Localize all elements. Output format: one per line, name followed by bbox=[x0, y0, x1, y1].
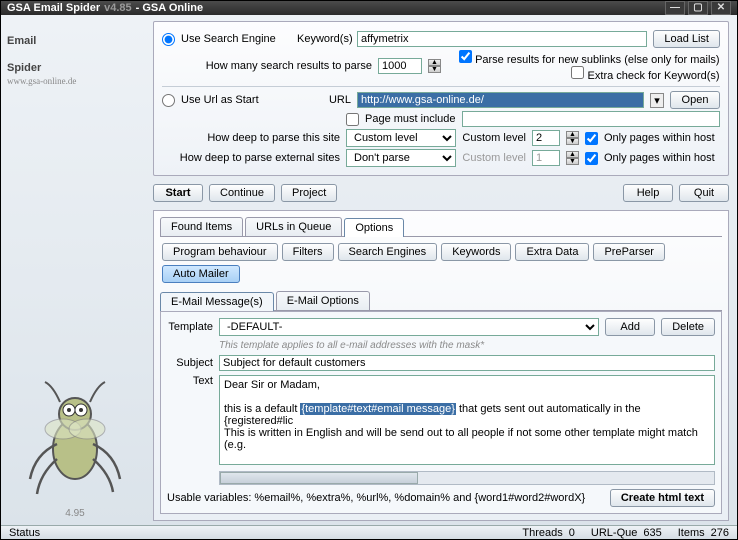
urlque-value: 635 bbox=[643, 527, 661, 539]
use-se-label: Use Search Engine bbox=[181, 33, 291, 45]
extra-check-checkbox[interactable] bbox=[571, 66, 584, 79]
auto-mailer-button[interactable]: Auto Mailer bbox=[162, 265, 240, 283]
usable-vars-label: Usable variables: %email%, %extra%, %url… bbox=[167, 492, 604, 504]
parse-sublinks-checkbox[interactable] bbox=[459, 50, 472, 63]
deep-ext-select[interactable]: Don't parse bbox=[346, 149, 456, 167]
subject-label: Subject bbox=[167, 357, 213, 369]
howmany-input[interactable] bbox=[378, 58, 422, 74]
template-select[interactable]: -DEFAULT- bbox=[219, 318, 599, 336]
page-include-checkbox[interactable] bbox=[346, 113, 359, 126]
search-engines-button[interactable]: Search Engines bbox=[338, 243, 438, 261]
status-label: Status bbox=[9, 527, 40, 539]
extra-data-button[interactable]: Extra Data bbox=[515, 243, 589, 261]
howmany-up[interactable]: ▲ bbox=[428, 59, 441, 66]
continue-button[interactable]: Continue bbox=[209, 184, 275, 202]
threads-value: 0 bbox=[569, 527, 575, 539]
preparser-button[interactable]: PreParser bbox=[593, 243, 665, 261]
items-label: Items bbox=[678, 527, 705, 539]
start-button[interactable]: Start bbox=[153, 184, 203, 202]
only-host-ext-checkbox[interactable] bbox=[585, 152, 598, 165]
titlebar: GSA Email Spider v4.85 - GSA Online — ▢ … bbox=[1, 1, 737, 15]
template-hint: This template applies to all e-mail addr… bbox=[219, 340, 484, 351]
logo-url: www.gsa-online.de bbox=[7, 77, 143, 85]
use-search-engine-radio[interactable] bbox=[162, 33, 175, 46]
load-list-button[interactable]: Load List bbox=[653, 30, 720, 48]
howmany-down[interactable]: ▼ bbox=[428, 66, 441, 73]
items-value: 276 bbox=[711, 527, 729, 539]
subject-input[interactable] bbox=[219, 355, 715, 371]
custom-ext-input bbox=[532, 150, 560, 166]
custom-site-input[interactable] bbox=[532, 130, 560, 146]
url-label: URL bbox=[297, 94, 351, 106]
help-button[interactable]: Help bbox=[623, 184, 673, 202]
program-behaviour-button[interactable]: Program behaviour bbox=[162, 243, 278, 261]
page-include-input[interactable] bbox=[462, 111, 721, 127]
deep-site-label: How deep to parse this site bbox=[162, 132, 340, 144]
tab-options[interactable]: Options bbox=[344, 218, 404, 237]
howmany-label: How many search results to parse bbox=[162, 60, 372, 72]
use-url-radio[interactable] bbox=[162, 94, 175, 107]
mascot-image bbox=[15, 374, 135, 504]
subtab-email-messages[interactable]: E-Mail Message(s) bbox=[160, 292, 274, 311]
keyword-label: Keyword(s) bbox=[297, 33, 351, 45]
open-button[interactable]: Open bbox=[670, 91, 720, 109]
text-label: Text bbox=[167, 375, 213, 387]
template-label: Template bbox=[167, 321, 213, 333]
app-title-suffix: - GSA Online bbox=[136, 2, 203, 14]
filters-button[interactable]: Filters bbox=[282, 243, 334, 261]
tab-found-items[interactable]: Found Items bbox=[160, 217, 243, 236]
body-hscroll[interactable] bbox=[219, 471, 715, 485]
url-input[interactable] bbox=[357, 92, 644, 108]
search-panel: Use Search Engine Keyword(s) Load List H… bbox=[153, 21, 729, 176]
only-host-site-checkbox[interactable] bbox=[585, 132, 598, 145]
delete-template-button[interactable]: Delete bbox=[661, 318, 715, 336]
deep-site-select[interactable]: Custom level bbox=[346, 129, 456, 147]
use-url-label: Use Url as Start bbox=[181, 94, 291, 106]
project-button[interactable]: Project bbox=[281, 184, 337, 202]
statusbar: Status Threads 0 URL-Que 635 Items 276 bbox=[1, 525, 737, 539]
page-include-label: Page must include bbox=[365, 113, 456, 125]
sidebar: EmailSpider www.gsa-online.de 4.95 bbox=[1, 15, 149, 525]
urlque-label: URL-Que bbox=[591, 527, 637, 539]
close-button[interactable]: ✕ bbox=[711, 1, 731, 15]
keyword-input[interactable] bbox=[357, 31, 647, 47]
tab-urls-queue[interactable]: URLs in Queue bbox=[245, 217, 342, 236]
option-button-group: Program behaviour Filters Search Engines… bbox=[160, 237, 722, 285]
add-template-button[interactable]: Add bbox=[605, 318, 655, 336]
maximize-button[interactable]: ▢ bbox=[688, 1, 708, 15]
version-label: 4.95 bbox=[65, 508, 84, 519]
body-textarea[interactable]: Dear Sir or Madam, this is a default {te… bbox=[219, 375, 715, 465]
deep-ext-label: How deep to parse external sites bbox=[162, 152, 340, 164]
app-title: GSA Email Spider bbox=[7, 2, 100, 14]
quit-button[interactable]: Quit bbox=[679, 184, 729, 202]
create-html-text-button[interactable]: Create html text bbox=[610, 489, 715, 507]
logo: EmailSpider www.gsa-online.de bbox=[7, 21, 143, 85]
subtab-email-options[interactable]: E-Mail Options bbox=[276, 291, 370, 310]
custom-site-label: Custom level bbox=[462, 132, 526, 144]
url-dropdown-icon[interactable]: ▾ bbox=[650, 93, 664, 108]
keywords-button[interactable]: Keywords bbox=[441, 243, 511, 261]
main-tabs: Found Items URLs in Queue Options bbox=[160, 217, 722, 237]
threads-label: Threads bbox=[522, 527, 562, 539]
minimize-button[interactable]: — bbox=[665, 1, 685, 15]
